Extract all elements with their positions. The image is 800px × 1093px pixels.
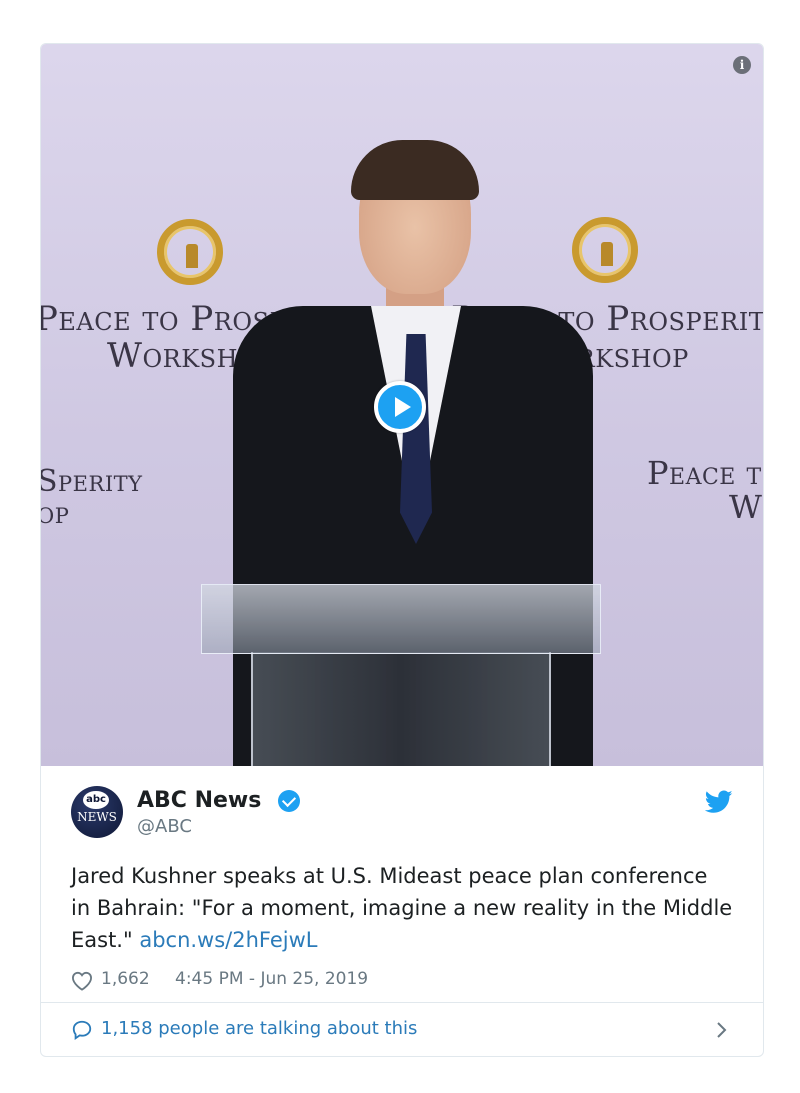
avatar-news-label: NEWS: [77, 810, 117, 824]
chevron-right-icon[interactable]: [715, 1019, 729, 1041]
reply-icon: [72, 1020, 92, 1040]
info-icon[interactable]: i: [733, 56, 751, 74]
tweet-card: Peace to Prosperity Workshop Peace to Pr…: [40, 43, 764, 1057]
video-player[interactable]: Peace to Prosperity Workshop Peace to Pr…: [41, 44, 763, 766]
podium-stand: [251, 652, 551, 766]
tweet-body: abc NEWS ABC News @ABC Jared Kushner spe…: [41, 766, 763, 998]
backdrop-text-lower-right-2: W: [729, 488, 763, 526]
backdrop-text-lower-left: Sperity: [41, 464, 143, 499]
heart-icon[interactable]: [71, 971, 93, 991]
avatar-abc-logo: abc: [83, 791, 109, 809]
speaker-hair: [351, 140, 479, 200]
play-icon[interactable]: [374, 381, 426, 433]
author-name[interactable]: ABC News: [137, 788, 261, 813]
backdrop-logo-left: [157, 219, 223, 285]
tweet-link[interactable]: abcn.ws/2hFejwL: [139, 928, 317, 952]
tweet-text: Jared Kushner speaks at U.S. Mideast pea…: [71, 860, 733, 956]
like-count[interactable]: 1,662: [101, 969, 150, 989]
author-handle[interactable]: @ABC: [137, 816, 192, 837]
verified-icon: [278, 790, 300, 812]
twitter-bird-icon[interactable]: [705, 790, 733, 814]
backdrop-text-lower-left-2: op: [41, 496, 70, 531]
author-row: abc NEWS ABC News @ABC: [71, 786, 733, 840]
timestamp[interactable]: 4:45 PM - Jun 25, 2019: [175, 969, 368, 989]
podium-top: [201, 584, 601, 654]
tweet-meta: 1,662 4:45 PM - Jun 25, 2019: [71, 964, 733, 998]
avatar[interactable]: abc NEWS: [71, 786, 123, 838]
backdrop-logo-right: [572, 217, 638, 283]
backdrop-text-lower-right: Peace t: [647, 454, 762, 492]
conversation-label[interactable]: 1,158 people are talking about this: [101, 1018, 417, 1039]
conversation-link[interactable]: 1,158 people are talking about this: [41, 1002, 763, 1056]
